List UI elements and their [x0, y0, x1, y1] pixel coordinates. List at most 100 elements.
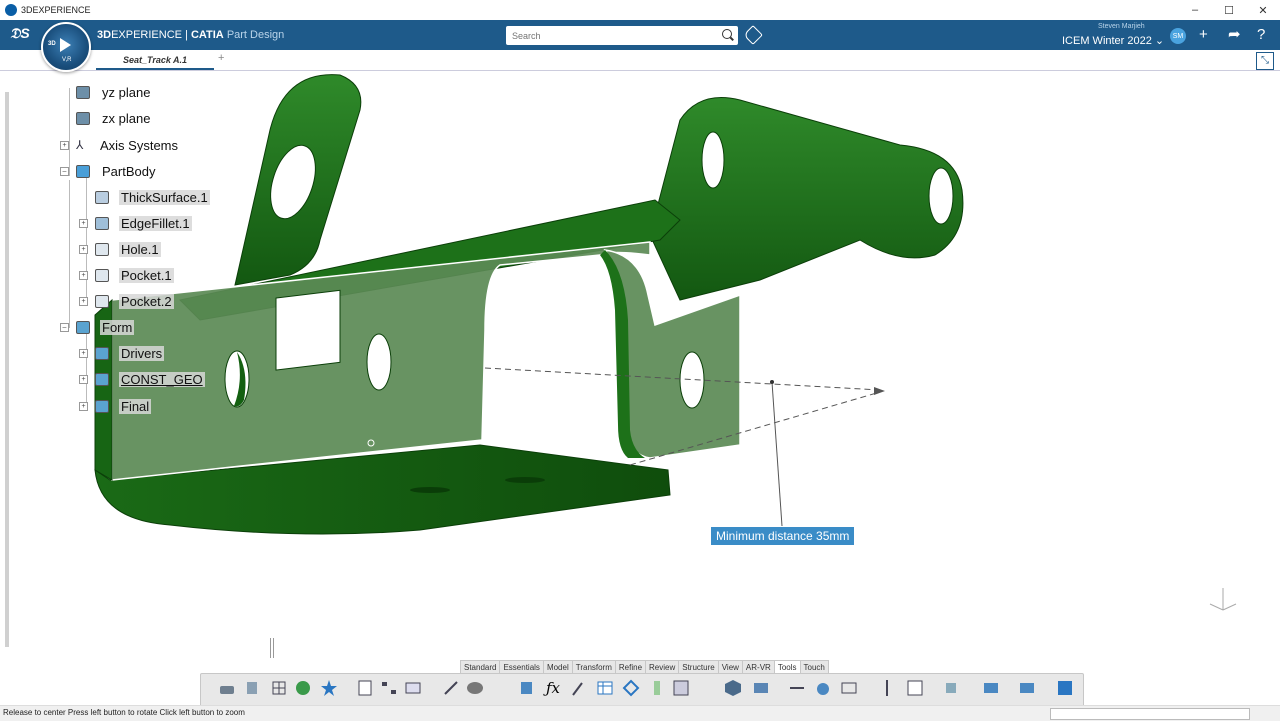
command-input[interactable] [1050, 708, 1250, 720]
tab-seat-track[interactable]: Seat_Track A.1 [96, 52, 214, 70]
measure-tool-icon[interactable] [218, 679, 236, 697]
search-box[interactable] [506, 26, 738, 45]
publish-icon[interactable] [942, 679, 960, 697]
measure-arrow [874, 387, 885, 395]
expand-toggle[interactable]: + [60, 141, 69, 150]
grid-tool-icon[interactable] [270, 679, 288, 697]
search-icon[interactable] [722, 29, 732, 39]
collapse-toggle[interactable]: – [60, 323, 69, 332]
tree-label: PartBody [102, 163, 156, 179]
tree-item-partbody[interactable]: PartBody [76, 161, 157, 181]
tenant-selector[interactable]: ICEM Winter 2022 ⌄ [1062, 34, 1164, 47]
tree-label: Drivers [119, 345, 165, 361]
flange-slot-1 [410, 487, 450, 493]
geoset-icon [95, 346, 109, 360]
mass-icon[interactable] [814, 679, 832, 697]
tree-item-final[interactable]: Final [95, 396, 152, 416]
user-name: Steven Marjieh [1098, 23, 1145, 30]
app-name: CATIA [190, 29, 224, 41]
tree-line [86, 178, 87, 302]
star-icon[interactable] [320, 679, 338, 697]
part-icon[interactable] [518, 679, 536, 697]
tree-icon[interactable] [380, 679, 398, 697]
tree-line [69, 88, 70, 176]
compass-icon[interactable]: 3D V,R [41, 22, 91, 72]
right-tab-hole-1 [701, 131, 725, 189]
expand-toggle[interactable]: + [79, 271, 88, 280]
section-tabs: Standard Essentials Model Transform Refi… [460, 660, 829, 675]
tree-item-hole[interactable]: Hole.1 [95, 239, 161, 259]
tree-item-zx-plane[interactable]: zx plane [76, 108, 152, 128]
distance-icon[interactable] [788, 679, 806, 697]
collapse-icon[interactable]: ⤡ [1256, 52, 1274, 70]
expand-toggle[interactable]: + [79, 297, 88, 306]
app-title: 3DEXPERIENCE | CATIA Part Design [97, 29, 284, 41]
expand-toggle[interactable]: + [79, 245, 88, 254]
sphere-icon[interactable] [466, 679, 484, 697]
status-hint: Release to center Press left button to r… [3, 708, 245, 717]
expand-toggle[interactable]: + [79, 219, 88, 228]
expand-toggle[interactable]: + [79, 375, 88, 384]
list-icon[interactable] [356, 679, 374, 697]
capture-icon[interactable] [982, 679, 1000, 697]
cube-icon[interactable] [724, 679, 742, 697]
tree-label: ThickSurface.1 [119, 189, 210, 205]
ds-logo-icon: 𝔇S [10, 25, 30, 41]
status-bar: Release to center Press left button to r… [0, 705, 1280, 721]
tree-item-drivers[interactable]: Drivers [95, 343, 165, 363]
tree-item-thicksurface[interactable]: ThickSurface.1 [95, 187, 210, 207]
tree-item-yz-plane[interactable]: yz plane [76, 82, 152, 102]
pocket-icon [95, 268, 109, 282]
plane-icon [76, 85, 90, 99]
tree-item-axis-systems[interactable]: ⅄ Axis Systems [76, 135, 180, 155]
knowledge-icon[interactable] [570, 679, 588, 697]
tree-item-form[interactable]: Form [76, 317, 135, 337]
snapshot-icon[interactable] [752, 679, 770, 697]
plate-pocket [275, 289, 341, 371]
tree-item-pocket2[interactable]: Pocket.2 [95, 291, 174, 311]
maximize-button[interactable]: ☐ [1212, 0, 1246, 20]
tree-item-const-geo[interactable]: CONST_GEO [95, 369, 205, 389]
inertia-icon[interactable] [244, 679, 262, 697]
minimize-button[interactable]: – [1178, 0, 1212, 20]
design-table-icon[interactable] [596, 679, 614, 697]
expand-toggle[interactable]: + [79, 402, 88, 411]
add-icon[interactable]: + [1199, 27, 1208, 43]
play-icon [60, 38, 71, 52]
plane-icon [76, 111, 90, 125]
search-input[interactable] [506, 27, 718, 45]
app-logo-icon [5, 4, 17, 16]
properties-icon[interactable] [906, 679, 924, 697]
add-tab-button[interactable]: + [218, 52, 224, 64]
tree-item-pocket1[interactable]: Pocket.1 [95, 265, 174, 285]
flange-slot-2 [505, 477, 545, 483]
section-icon[interactable] [840, 679, 858, 697]
measure-label: Minimum distance 35mm [710, 526, 856, 546]
hole-icon [95, 242, 109, 256]
tree-label: zx plane [102, 110, 151, 126]
fillet-icon [95, 216, 109, 230]
tree-label: Pocket.1 [119, 267, 174, 283]
model-viewport[interactable] [0, 70, 1280, 650]
align-icon[interactable] [878, 679, 896, 697]
table-icon[interactable] [404, 679, 422, 697]
app-role: Part Design [226, 29, 285, 41]
help-icon[interactable]: ? [1257, 27, 1265, 43]
reaction-icon[interactable] [622, 679, 640, 697]
panel-splitter[interactable] [270, 638, 274, 658]
sensor-icon[interactable] [648, 679, 666, 697]
catalog-icon[interactable] [672, 679, 690, 697]
close-button[interactable]: ✕ [1246, 0, 1280, 20]
collapse-toggle[interactable]: – [60, 167, 69, 176]
globe-icon[interactable] [294, 679, 312, 697]
formula-icon[interactable]: ƒx [546, 679, 564, 697]
expand-toggle[interactable]: + [79, 349, 88, 358]
share-icon[interactable]: ➦ [1228, 27, 1241, 43]
geoset-icon [95, 399, 109, 413]
avatar[interactable]: SM [1170, 28, 1186, 44]
compare-icon[interactable] [1018, 679, 1036, 697]
update-icon[interactable] [1056, 679, 1074, 697]
window-title: 3DEXPERIENCE [21, 5, 91, 15]
scale-icon[interactable] [442, 679, 460, 697]
tree-item-edgefillet[interactable]: EdgeFillet.1 [95, 213, 192, 233]
